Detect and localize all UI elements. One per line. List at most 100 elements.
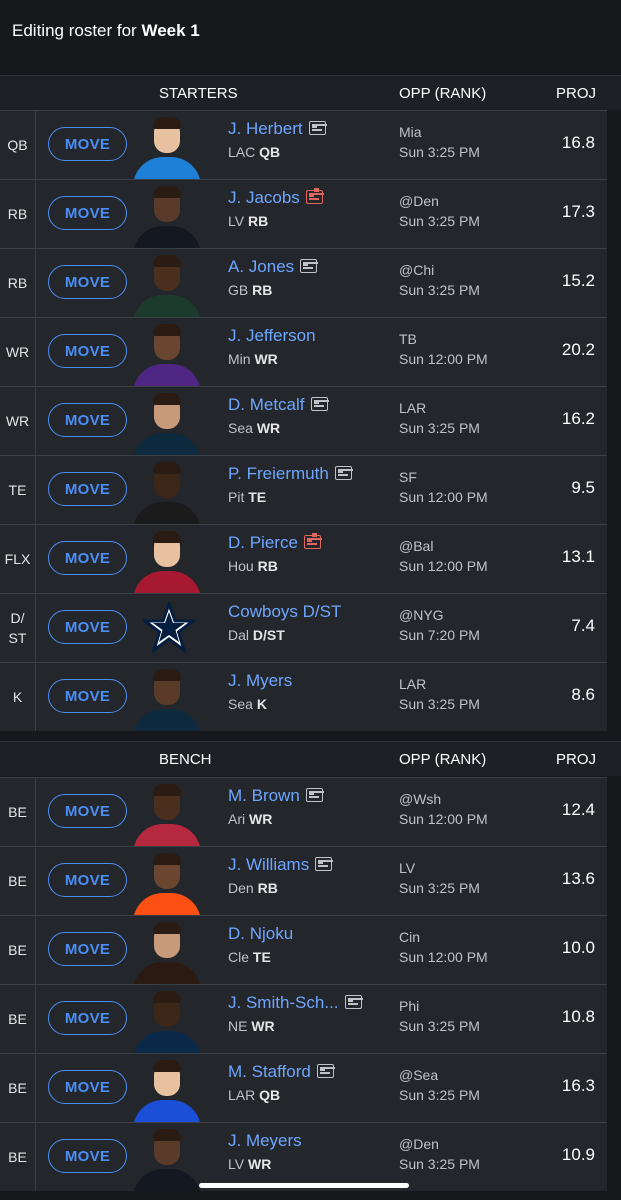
move-button[interactable]: MOVE: [48, 334, 127, 368]
player-name-link[interactable]: M. Brown: [228, 786, 323, 806]
player-name-link[interactable]: J. Smith-Sch...: [228, 993, 362, 1013]
game-time: Sun 3:25 PM: [399, 213, 480, 229]
move-button[interactable]: MOVE: [48, 679, 127, 713]
news-icon[interactable]: [310, 397, 328, 411]
player-team: LAR: [228, 1087, 256, 1103]
player-name[interactable]: J. Herbert: [228, 119, 303, 138]
player-name[interactable]: M. Brown: [228, 786, 300, 805]
news-alert-icon[interactable]: [303, 535, 321, 549]
lineup-slot: BE: [0, 1123, 36, 1191]
move-button[interactable]: MOVE: [48, 1001, 127, 1035]
player-name-link[interactable]: J. Meyers: [228, 1131, 302, 1151]
roster-row: BE MOVE J. Meyers LV WR @Den Sun 3:25 PM 10.9: [0, 1122, 607, 1191]
player-name[interactable]: J. Jefferson: [228, 326, 316, 345]
player-name-link[interactable]: J. Herbert: [228, 119, 326, 139]
news-icon[interactable]: [305, 788, 323, 802]
player-team-position: Ari WR: [228, 811, 272, 827]
news-icon[interactable]: [344, 995, 362, 1009]
lineup-slot: BE: [0, 916, 36, 984]
game-time: Sun 12:00 PM: [399, 351, 488, 367]
player-photo: [129, 527, 205, 593]
player-name-link[interactable]: D. Metcalf: [228, 395, 328, 415]
move-button[interactable]: MOVE: [48, 1139, 127, 1173]
player-name[interactable]: Cowboys D/ST: [228, 602, 341, 621]
player-name[interactable]: J. Smith-Sch...: [228, 993, 339, 1012]
player-name-link[interactable]: M. Stafford: [228, 1062, 334, 1082]
player-team: Sea: [228, 696, 253, 712]
player-name[interactable]: D. Pierce: [228, 533, 298, 552]
player-name[interactable]: A. Jones: [228, 257, 294, 276]
player-position: RB: [247, 213, 269, 229]
player-name-link[interactable]: J. Jefferson: [228, 326, 316, 346]
player-name[interactable]: J. Jacobs: [228, 188, 300, 207]
projected-points: 13.6: [561, 869, 595, 888]
player-team: NE: [228, 1018, 248, 1034]
player-team: Dal: [228, 627, 250, 643]
player-position: D/ST: [252, 627, 285, 643]
player-team: Sea: [228, 420, 253, 436]
player-name-link[interactable]: Cowboys D/ST: [228, 602, 341, 622]
player-position: WR: [247, 1156, 272, 1172]
lineup-slot: QB: [0, 111, 36, 179]
projected-points: 8.6: [571, 685, 595, 704]
move-button[interactable]: MOVE: [48, 863, 127, 897]
news-icon[interactable]: [315, 857, 333, 871]
team-logo: [129, 596, 205, 662]
move-button[interactable]: MOVE: [48, 610, 127, 644]
player-name-link[interactable]: J. Myers: [228, 671, 292, 691]
news-icon[interactable]: [334, 466, 352, 480]
home-indicator[interactable]: [199, 1183, 409, 1188]
player-photo: [129, 182, 205, 248]
player-name-link[interactable]: J. Williams: [228, 855, 333, 875]
game-time: Sun 3:25 PM: [399, 282, 480, 298]
player-name-link[interactable]: D. Njoku: [228, 924, 293, 944]
move-button[interactable]: MOVE: [48, 932, 127, 966]
title-week: Week 1: [141, 21, 200, 40]
news-icon[interactable]: [316, 1064, 334, 1078]
projected-points: 16.3: [561, 1076, 595, 1095]
projected-points: 15.2: [561, 271, 595, 290]
player-name[interactable]: J. Williams: [228, 855, 309, 874]
opponent: Mia: [399, 124, 422, 140]
move-button[interactable]: MOVE: [48, 794, 127, 828]
player-name[interactable]: D. Metcalf: [228, 395, 305, 414]
player-position: QB: [259, 144, 281, 160]
roster-row: BE MOVE M. Stafford LAR QB @Sea Sun 3:25 PM 16…: [0, 1053, 607, 1122]
player-team-position: Dal D/ST: [228, 627, 285, 643]
roster-row: K MOVE J. Myers Sea K LAR Sun 3:25 PM 8.6: [0, 662, 607, 731]
projected-points: 7.4: [571, 616, 595, 635]
player-photo: [129, 780, 205, 846]
move-button[interactable]: MOVE: [48, 541, 127, 575]
player-name[interactable]: M. Stafford: [228, 1062, 311, 1081]
game-time: Sun 7:20 PM: [399, 627, 480, 643]
player-position: K: [256, 696, 267, 712]
news-icon[interactable]: [300, 259, 318, 273]
player-name[interactable]: J. Myers: [228, 671, 292, 690]
lineup-slot: BE: [0, 778, 36, 846]
player-name-link[interactable]: P. Freiermuth: [228, 464, 352, 484]
player-team-position: Cle TE: [228, 949, 271, 965]
lineup-slot: RB: [0, 180, 36, 248]
player-name-link[interactable]: J. Jacobs: [228, 188, 323, 208]
player-name-link[interactable]: A. Jones: [228, 257, 318, 277]
player-team-position: Sea WR: [228, 420, 280, 436]
title-prefix: Editing roster for: [12, 21, 137, 40]
player-name-link[interactable]: D. Pierce: [228, 533, 321, 553]
move-button[interactable]: MOVE: [48, 403, 127, 437]
player-photo: [129, 918, 205, 984]
player-name[interactable]: D. Njoku: [228, 924, 293, 943]
player-team-position: LV WR: [228, 1156, 271, 1172]
player-name[interactable]: J. Meyers: [228, 1131, 302, 1150]
bench-header: BENCH OPP (RANK) PROJ: [0, 741, 621, 776]
move-button[interactable]: MOVE: [48, 1070, 127, 1104]
news-alert-icon[interactable]: [305, 190, 323, 204]
player-position: WR: [249, 811, 273, 827]
move-button[interactable]: MOVE: [48, 472, 127, 506]
news-icon[interactable]: [308, 121, 326, 135]
opponent: @Wsh: [399, 791, 442, 807]
move-button[interactable]: MOVE: [48, 127, 127, 161]
player-name[interactable]: P. Freiermuth: [228, 464, 329, 483]
move-button[interactable]: MOVE: [48, 265, 127, 299]
game-time: Sun 12:00 PM: [399, 811, 488, 827]
move-button[interactable]: MOVE: [48, 196, 127, 230]
